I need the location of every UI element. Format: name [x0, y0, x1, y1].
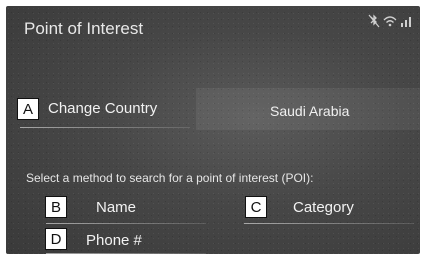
name-search-button[interactable]: Name [96, 199, 136, 216]
change-country-underline [20, 127, 190, 128]
phone-search-button[interactable]: Phone # [86, 232, 142, 249]
poi-screen: Point of Interest Change Country Saudi A… [6, 6, 420, 254]
phone-underline [46, 253, 206, 254]
page-title: Point of Interest [24, 19, 144, 38]
name-underline [46, 223, 206, 224]
category-underline [244, 223, 414, 224]
callout-marker-c: C [245, 196, 267, 218]
title-bar: Point of Interest [6, 6, 420, 46]
status-icons [368, 14, 412, 28]
signal-icon [400, 14, 412, 28]
country-value: Saudi Arabia [270, 103, 350, 119]
wifi-icon [383, 14, 397, 28]
callout-marker-a: A [17, 98, 39, 120]
category-search-button[interactable]: Category [293, 199, 354, 216]
search-instruction: Select a method to search for a point of… [26, 171, 314, 185]
callout-marker-d: D [45, 228, 67, 250]
change-country-button[interactable]: Change Country [48, 100, 157, 117]
callout-marker-b: B [45, 196, 67, 218]
bluetooth-off-icon [368, 14, 380, 28]
